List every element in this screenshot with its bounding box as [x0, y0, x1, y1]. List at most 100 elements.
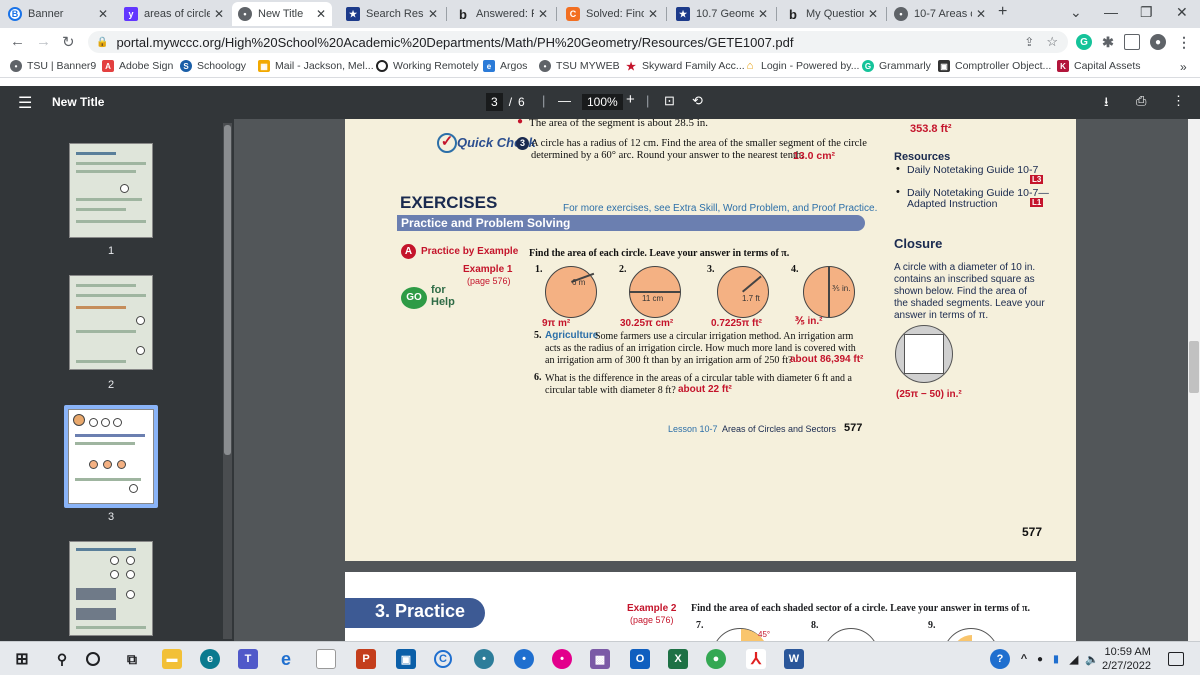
close-tab-icon[interactable]: ✕: [214, 7, 224, 21]
word-icon[interactable]: W: [784, 649, 804, 669]
address-bar[interactable]: 🔒 portal.mywccc.org/High%20School%20Acad…: [88, 31, 1068, 53]
print-icon[interactable]: ⎙: [1136, 93, 1146, 109]
bookmark-capital-assets[interactable]: K Capital Assets: [1057, 60, 1141, 72]
page-thumbnail-1[interactable]: [69, 143, 153, 238]
tab-banner[interactable]: B Banner ✕: [2, 2, 114, 26]
app-icon[interactable]: •: [474, 649, 494, 669]
fit-page-icon[interactable]: ⊡: [664, 93, 675, 109]
document-title: New Title: [52, 95, 105, 109]
internet-explorer-icon[interactable]: e: [276, 649, 296, 669]
task-view-icon[interactable]: ⧉: [122, 649, 142, 669]
page-scrollbar[interactable]: [1188, 119, 1200, 641]
tab-solved[interactable]: C Solved: Find th ✕: [560, 2, 664, 26]
cortana-icon[interactable]: [86, 652, 100, 666]
bookmark-mail[interactable]: ▦ Mail - Jackson, Mel...: [258, 60, 374, 72]
lock-icon[interactable]: 🔒: [96, 37, 108, 48]
notifications-icon[interactable]: [1168, 652, 1184, 666]
bookmark-star-icon[interactable]: ☆: [1046, 34, 1058, 50]
bookmark-tsu-myweb[interactable]: • TSU MYWEB: [539, 60, 620, 72]
close-tab-icon[interactable]: ✕: [648, 7, 658, 21]
citrix-icon[interactable]: C: [434, 650, 452, 668]
close-tab-icon[interactable]: ✕: [428, 7, 438, 21]
wifi-icon[interactable]: ◢: [1064, 649, 1084, 669]
browser-menu-icon[interactable]: ⋮: [1176, 34, 1192, 50]
zoom-in-icon[interactable]: +: [626, 91, 635, 108]
photo-app-icon[interactable]: ▩: [590, 649, 610, 669]
example-page: (page 576): [630, 615, 674, 625]
bookmark-skyward[interactable]: ★ Skyward Family Acc...: [625, 60, 745, 73]
circle-figure-4: ⅗ in.: [803, 266, 855, 318]
bookmark-tsu-banner[interactable]: • TSU | Banner9: [10, 60, 96, 72]
desktop-app-icon[interactable]: ▣: [396, 649, 416, 669]
tab-new-title[interactable]: • New Title ✕: [232, 2, 332, 26]
notepad-icon[interactable]: [316, 649, 336, 669]
zoom-level-input[interactable]: 100%: [582, 94, 623, 110]
close-tab-icon[interactable]: ✕: [868, 7, 878, 21]
q5-text: an irrigation arm of 300 ft than by an i…: [545, 355, 793, 366]
media-app-icon[interactable]: •: [552, 649, 572, 669]
chrome-icon[interactable]: ●: [706, 649, 726, 669]
new-tab-icon[interactable]: +: [998, 3, 1007, 21]
help-tray-icon[interactable]: ?: [990, 649, 1010, 669]
page-number-input[interactable]: 3: [486, 93, 503, 111]
sidebar-scrollbar-thumb[interactable]: [224, 125, 231, 455]
acrobat-icon[interactable]: ⅄: [746, 649, 766, 669]
forward-icon[interactable]: →: [36, 33, 51, 50]
volume-icon[interactable]: 🔈: [1082, 649, 1102, 669]
close-tab-icon[interactable]: ✕: [758, 7, 768, 21]
tab-my-questions[interactable]: b My Questions ✕: [780, 2, 884, 26]
page-scrollbar-thumb[interactable]: [1189, 341, 1199, 393]
file-explorer-icon[interactable]: ▬: [162, 649, 182, 669]
browser-app-icon[interactable]: •: [514, 649, 534, 669]
close-window-icon[interactable]: ✕: [1176, 4, 1188, 21]
search-icon[interactable]: ⚲: [52, 649, 72, 669]
page-thumbnail-4[interactable]: [69, 541, 153, 636]
windows-start-icon[interactable]: ⊞: [12, 649, 32, 669]
system-clock[interactable]: 10:59 AM 2/27/2022: [1102, 645, 1151, 673]
excel-icon[interactable]: X: [668, 649, 688, 669]
bookmark-comptroller[interactable]: ▣ Comptroller Object...: [938, 60, 1051, 72]
teams-icon[interactable]: T: [238, 649, 258, 669]
bookmark-schoology[interactable]: S Schoology: [180, 60, 246, 72]
tab-geometry[interactable]: ★ 10.7 Geometry ✕: [670, 2, 774, 26]
bookmark-working-remotely[interactable]: Working Remotely: [376, 60, 479, 72]
bookmark-grammarly[interactable]: G Grammarly: [862, 60, 931, 72]
profile-avatar-icon[interactable]: ●: [1150, 34, 1166, 50]
zoom-out-icon[interactable]: —: [558, 93, 571, 108]
grammarly-extension-icon[interactable]: G: [1076, 34, 1092, 50]
close-tab-icon[interactable]: ✕: [538, 7, 548, 21]
close-tab-icon[interactable]: ✕: [316, 7, 326, 21]
url-text[interactable]: portal.mywccc.org/High%20School%20Academ…: [116, 35, 793, 50]
share-icon[interactable]: ⇪: [1024, 35, 1034, 49]
close-tab-icon[interactable]: ✕: [98, 7, 108, 21]
tab-search-results[interactable]: ★ Search Results ✕: [340, 2, 444, 26]
outlook-icon[interactable]: O: [630, 649, 650, 669]
page-thumbnail-3[interactable]: [68, 409, 154, 504]
tab-areas-of[interactable]: • 10-7 Areas of ✕: [888, 2, 992, 26]
close-tab-icon[interactable]: ✕: [976, 7, 986, 21]
extensions-puzzle-icon[interactable]: ✱: [1100, 34, 1116, 50]
tab-search-chevron-icon[interactable]: ⌄: [1070, 4, 1082, 21]
section-a-badge: A: [401, 244, 416, 259]
more-bookmarks-icon[interactable]: »: [1180, 60, 1187, 74]
tab-areas-of-circle[interactable]: y areas of circle ✕: [118, 2, 230, 26]
download-icon[interactable]: ⭳: [1104, 93, 1109, 115]
bookmark-adobe-sign[interactable]: A Adobe Sign: [102, 60, 173, 72]
powerpoint-icon[interactable]: P: [356, 649, 376, 669]
restore-icon[interactable]: ❐: [1140, 4, 1153, 21]
bookmark-login[interactable]: ⌂ Login - Powered by...: [744, 60, 860, 72]
side-panel-icon[interactable]: [1124, 34, 1140, 50]
page-thumbnail-2[interactable]: [69, 275, 153, 370]
back-icon[interactable]: ←: [10, 33, 25, 50]
pdf-more-icon[interactable]: ⋮: [1172, 93, 1185, 109]
tray-app-icon[interactable]: ▮: [1046, 649, 1066, 669]
sidebar-scrollbar[interactable]: [223, 123, 232, 639]
bookmark-argos[interactable]: e Argos: [483, 60, 527, 72]
reload-icon[interactable]: ↻: [62, 33, 75, 51]
sidebar-menu-icon[interactable]: ☰: [18, 93, 32, 113]
bookmark-label: Grammarly: [879, 60, 931, 72]
rotate-icon[interactable]: ⟲: [692, 93, 703, 109]
minimize-icon[interactable]: —: [1104, 4, 1118, 20]
tab-answered[interactable]: b Answered: Find ✕: [450, 2, 554, 26]
edge-icon[interactable]: e: [200, 649, 220, 669]
